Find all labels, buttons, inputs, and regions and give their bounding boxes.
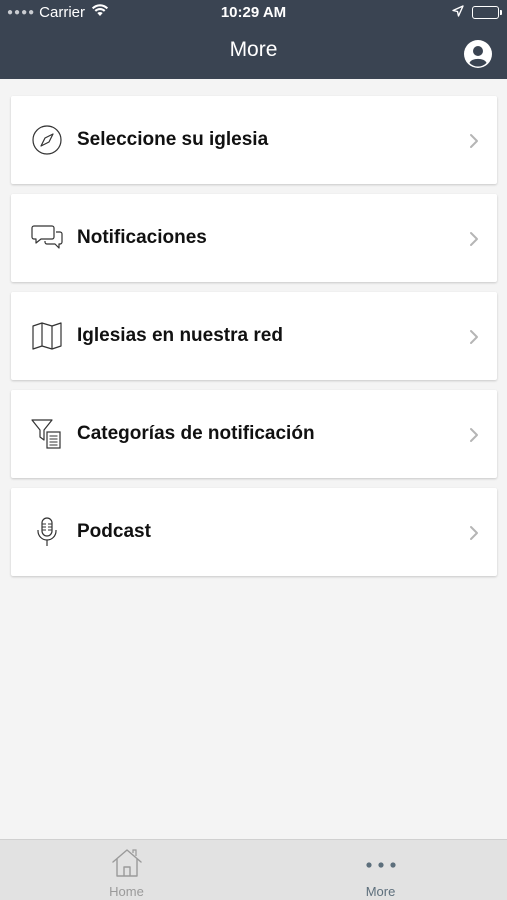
tab-home[interactable]: Home bbox=[0, 840, 253, 900]
battery-icon bbox=[472, 6, 502, 19]
tab-more[interactable]: More bbox=[254, 840, 507, 900]
navigation-header: ●●●● Carrier 10:29 AM More bbox=[0, 0, 507, 79]
chevron-right-icon bbox=[469, 231, 479, 247]
menu-item-notification-categories[interactable]: Categorías de notificación bbox=[11, 390, 497, 478]
tab-home-label: Home bbox=[109, 884, 144, 899]
menu-item-podcast[interactable]: Podcast bbox=[11, 488, 497, 576]
menu-item-label: Iglesias en nuestra red bbox=[77, 325, 283, 346]
chevron-right-icon bbox=[469, 525, 479, 541]
menu-item-label: Seleccione su iglesia bbox=[77, 129, 269, 150]
home-icon bbox=[111, 848, 143, 883]
menu-item-label: Podcast bbox=[77, 521, 151, 542]
chevron-right-icon bbox=[469, 427, 479, 443]
menu-item-label: Notificaciones bbox=[77, 227, 207, 248]
chat-bubbles-icon bbox=[31, 222, 63, 254]
status-right bbox=[452, 4, 502, 21]
menu-item-network-churches[interactable]: Iglesias en nuestra red bbox=[11, 292, 497, 380]
profile-button[interactable] bbox=[464, 40, 492, 68]
compass-icon bbox=[31, 124, 63, 156]
menu-item-notifications[interactable]: Notificaciones bbox=[11, 194, 497, 282]
status-time: 10:29 AM bbox=[220, 4, 287, 21]
person-circle-icon bbox=[464, 40, 492, 68]
menu-item-select-church[interactable]: Seleccione su iglesia bbox=[11, 96, 497, 184]
location-arrow-icon bbox=[452, 4, 464, 21]
map-icon bbox=[31, 320, 63, 352]
page-title: More bbox=[229, 38, 278, 61]
tab-more-label: More bbox=[365, 884, 396, 899]
filter-list-icon bbox=[31, 418, 63, 450]
tab-bar: Home More bbox=[0, 839, 507, 900]
menu-item-label: Categorías de notificación bbox=[77, 423, 315, 444]
chevron-right-icon bbox=[469, 329, 479, 345]
microphone-icon bbox=[31, 516, 63, 548]
more-dots-icon bbox=[365, 856, 397, 874]
chevron-right-icon bbox=[469, 133, 479, 149]
status-bar: ●●●● Carrier 10:29 AM bbox=[0, 0, 507, 26]
more-menu-list: Seleccione su iglesia Notificaciones Igl… bbox=[11, 96, 497, 586]
